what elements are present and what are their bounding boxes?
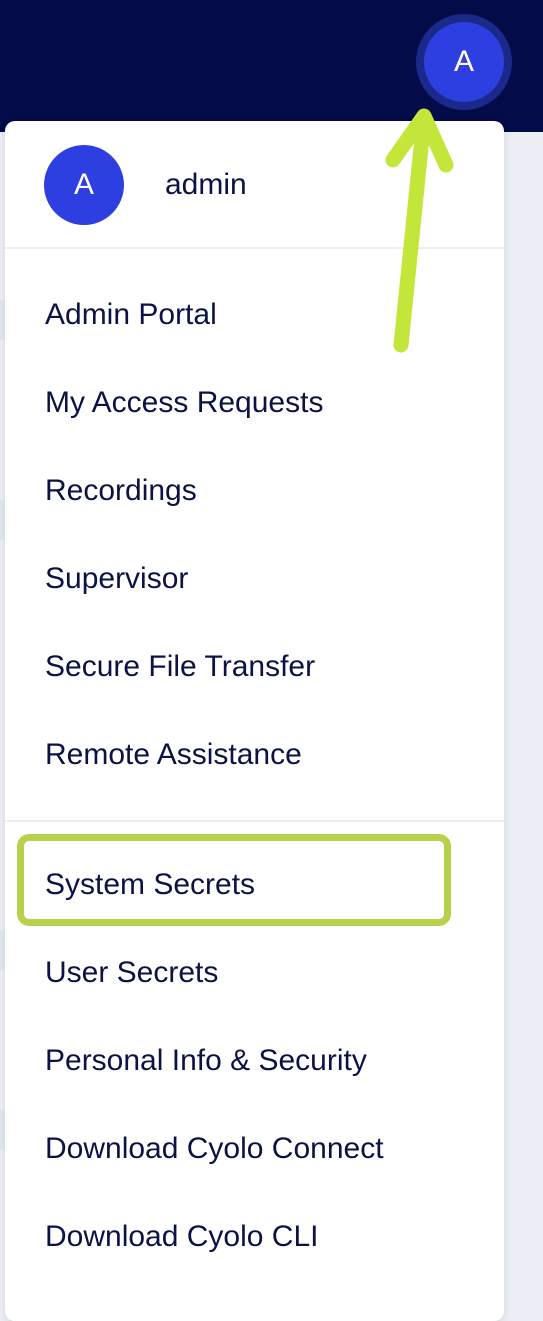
menu-item-recordings[interactable]: Recordings — [45, 471, 197, 511]
menu-item-secure-file-transfer[interactable]: Secure File Transfer — [45, 647, 315, 687]
avatar-initial: A — [424, 22, 504, 102]
user-dropdown-menu: A admin Admin Portal My Access Requests … — [5, 121, 504, 1321]
menu-item-supervisor[interactable]: Supervisor — [45, 559, 188, 599]
menu-item-remote-assistance[interactable]: Remote Assistance — [45, 735, 302, 775]
top-header-bar: A — [0, 0, 543, 132]
menu-divider — [5, 820, 504, 822]
user-profile-row: A admin — [5, 121, 504, 249]
menu-item-admin-portal[interactable]: Admin Portal — [45, 295, 217, 335]
menu-item-download-cyolo-connect[interactable]: Download Cyolo Connect — [45, 1129, 384, 1169]
menu-item-system-secrets[interactable]: System Secrets — [45, 865, 255, 905]
user-name: admin — [165, 168, 247, 201]
user-avatar-button[interactable]: A — [416, 14, 512, 110]
user-avatar: A — [44, 145, 124, 225]
menu-item-download-cyolo-cli[interactable]: Download Cyolo CLI — [45, 1217, 318, 1257]
menu-item-my-access-requests[interactable]: My Access Requests — [45, 383, 323, 423]
background-page — [504, 132, 543, 1288]
menu-item-user-secrets[interactable]: User Secrets — [45, 953, 218, 993]
menu-item-personal-info-security[interactable]: Personal Info & Security — [45, 1041, 367, 1081]
